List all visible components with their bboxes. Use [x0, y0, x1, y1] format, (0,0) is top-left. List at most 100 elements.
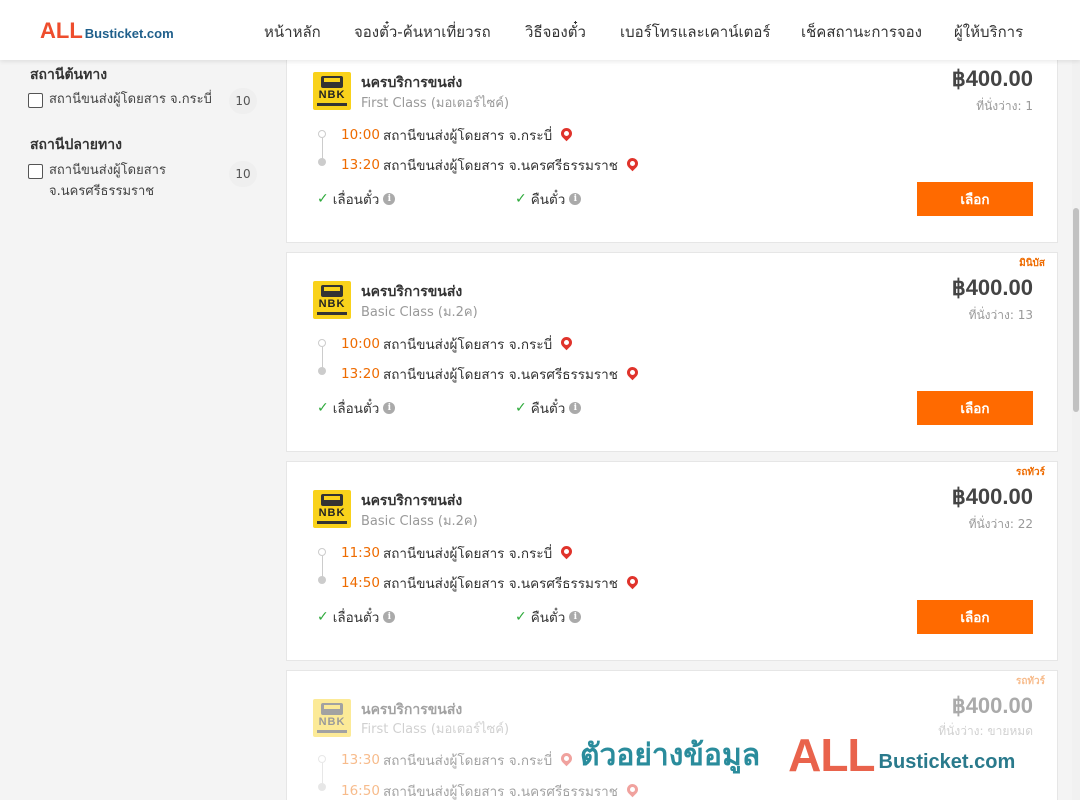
arrival-station: สถานีขนส่งผู้โดยสาร จ.นครศรีธรรมราช [383, 367, 618, 383]
seats-available: ที่นั่งว่าง: 22 [968, 517, 1033, 531]
arrival-time: 13:20 [341, 366, 380, 382]
departure-time: 10:00 [341, 127, 380, 143]
map-pin-icon[interactable] [558, 125, 575, 141]
check-icon: ✓ [515, 400, 527, 416]
select-trip-button[interactable]: เลือก [917, 391, 1033, 425]
filter-sidebar: สถานีต้นทาง สถานีขนส่งผู้โดยสาร จ.กระบี่… [0, 60, 270, 800]
destination-count-badge: 10 [229, 161, 257, 187]
destination-filter-title: สถานีปลายทาง [30, 137, 122, 153]
info-icon[interactable]: i [383, 611, 396, 623]
sample-data-watermark: ตัวอย่างข้อมูล ALL Busticket.com [580, 725, 1015, 785]
info-icon[interactable]: i [569, 611, 582, 623]
nav-book-search[interactable]: จองตั๋ว-ค้นหาเที่ยวรถ [354, 20, 491, 44]
reschedule-feature: ✓ เลื่อนตั๋ว i [317, 606, 396, 628]
arrival-time: 14:50 [341, 575, 380, 591]
trip-card: NBK นครบริการขนส่ง First Class (มอเตอร์ไ… [286, 53, 1058, 243]
trip-type-tag: รถทัวร์ [1015, 467, 1045, 478]
origin-count-badge: 10 [229, 88, 257, 114]
destination-checkbox[interactable] [28, 164, 43, 179]
site-logo[interactable]: ALL Busticket.com [40, 18, 174, 44]
select-trip-button[interactable]: เลือก [917, 600, 1033, 634]
origin-checkbox[interactable] [28, 93, 43, 108]
operator-logo: NBK [313, 490, 351, 528]
map-pin-icon[interactable] [558, 750, 575, 766]
scrollbar-track[interactable] [1072, 60, 1080, 800]
destination-filter-option[interactable]: สถานีขนส่งผู้โดยสาร จ.นครศรีธรรมราช 10 [28, 160, 257, 202]
reschedule-label: เลื่อนตั๋ว [332, 192, 380, 208]
nav-phone-counter[interactable]: เบอร์โทรและเคาน์เตอร์ [620, 20, 770, 44]
route-timeline [317, 130, 327, 166]
trip-type-tag: มินิบัส [1019, 258, 1045, 269]
refund-feature: ✓ คืนตั๋ว i [515, 188, 582, 210]
departure-stop: 10:00 สถานีขนส่งผู้โดยสาร จ.กระบี่ [341, 333, 575, 355]
watermark-thai-text: ตัวอย่างข้อมูล [580, 737, 761, 773]
check-icon: ✓ [515, 609, 527, 625]
nav-home[interactable]: หน้าหลัก [264, 20, 321, 44]
map-pin-icon[interactable] [558, 334, 575, 350]
departure-time: 13:30 [341, 752, 380, 768]
bus-class: Basic Class (ม.2ค) [361, 305, 478, 320]
check-icon: ✓ [515, 191, 527, 207]
arrival-station: สถานีขนส่งผู้โดยสาร จ.นครศรีธรรมราช [383, 576, 618, 592]
departure-stop: 10:00 สถานีขนส่งผู้โดยสาร จ.กระบี่ [341, 124, 575, 146]
departure-station: สถานีขนส่งผู้โดยสาร จ.กระบี่ [383, 546, 553, 562]
trip-card: รถทัวร์ NBK นครบริการขนส่ง Basic Class (… [286, 461, 1058, 661]
operator-logo: NBK [313, 699, 351, 737]
scrollbar-thumb[interactable] [1073, 208, 1079, 412]
refund-label: คืนตั๋ว [530, 610, 566, 626]
watermark-all: ALL [788, 729, 875, 781]
operator-logo: NBK [313, 281, 351, 319]
ticket-price: ฿400.00 [951, 275, 1033, 300]
arrival-time: 13:20 [341, 157, 380, 173]
bus-class: First Class (มอเตอร์ไซค์) [361, 722, 510, 737]
departure-station: สถานีขนส่งผู้โดยสาร จ.กระบี่ [383, 753, 553, 769]
operator-name: นครบริการขนส่ง [361, 75, 463, 91]
map-pin-icon[interactable] [624, 364, 641, 380]
origin-filter-option[interactable]: สถานีขนส่งผู้โดยสาร จ.กระบี่ 10 [28, 88, 257, 114]
refund-feature: ✓ คืนตั๋ว i [515, 397, 582, 419]
map-pin-icon[interactable] [558, 543, 575, 559]
reschedule-label: เลื่อนตั๋ว [332, 610, 380, 626]
map-pin-icon[interactable] [624, 573, 641, 589]
nav-how-to-book[interactable]: วิธีจองตั๋ว [525, 20, 586, 44]
logo-all: ALL [40, 18, 83, 43]
destination-option-label[interactable]: สถานีขนส่งผู้โดยสาร จ.นครศรีธรรมราช [49, 160, 217, 202]
origin-option-label[interactable]: สถานีขนส่งผู้โดยสาร จ.กระบี่ [49, 89, 217, 110]
info-icon[interactable]: i [569, 402, 582, 414]
nav-check-status[interactable]: เช็คสถานะการจอง [801, 20, 922, 44]
route-timeline [317, 755, 327, 791]
info-icon[interactable]: i [383, 193, 396, 205]
bus-class: Basic Class (ม.2ค) [361, 514, 478, 529]
map-pin-icon[interactable] [624, 155, 641, 171]
departure-station: สถานีขนส่งผู้โดยสาร จ.กระบี่ [383, 337, 553, 353]
origin-filter-title: สถานีต้นทาง [30, 67, 108, 83]
info-icon[interactable]: i [383, 402, 396, 414]
reschedule-label: เลื่อนตั๋ว [332, 401, 380, 417]
departure-time: 11:30 [341, 545, 380, 561]
top-header: ALL Busticket.com หน้าหลัก จองตั๋ว-ค้นหา… [0, 0, 1080, 60]
trip-card: มินิบัส NBK นครบริการขนส่ง Basic Class (… [286, 252, 1058, 452]
ticket-price: ฿400.00 [951, 693, 1033, 718]
refund-label: คืนตั๋ว [530, 192, 566, 208]
departure-stop: 11:30 สถานีขนส่งผู้โดยสาร จ.กระบี่ [341, 542, 575, 564]
ticket-price: ฿400.00 [951, 484, 1033, 509]
arrival-stop: 13:20 สถานีขนส่งผู้โดยสาร จ.นครศรีธรรมรา… [341, 154, 641, 176]
trip-type-tag: รถทัวร์ [1015, 676, 1045, 687]
departure-time: 10:00 [341, 336, 380, 352]
route-timeline [317, 339, 327, 375]
departure-stop: 13:30 สถานีขนส่งผู้โดยสาร จ.กระบี่ [341, 749, 575, 771]
check-icon: ✓ [317, 609, 329, 625]
operator-name: นครบริการขนส่ง [361, 284, 463, 300]
logo-busticket: Busticket.com [84, 26, 174, 41]
refund-label: คืนตั๋ว [530, 401, 566, 417]
reschedule-feature: ✓ เลื่อนตั๋ว i [317, 188, 396, 210]
select-trip-button[interactable]: เลือก [917, 182, 1033, 216]
arrival-stop: 13:20 สถานีขนส่งผู้โดยสาร จ.นครศรีธรรมรา… [341, 363, 641, 385]
arrival-time: 16:50 [341, 783, 380, 799]
info-icon[interactable]: i [569, 193, 582, 205]
nav-operators[interactable]: ผู้ให้บริการ [954, 20, 1023, 44]
arrival-station: สถานีขนส่งผู้โดยสาร จ.นครศรีธรรมราช [383, 158, 618, 174]
reschedule-feature: ✓ เลื่อนตั๋ว i [317, 397, 396, 419]
seats-available: ที่นั่งว่าง: 13 [968, 308, 1033, 322]
refund-feature: ✓ คืนตั๋ว i [515, 606, 582, 628]
